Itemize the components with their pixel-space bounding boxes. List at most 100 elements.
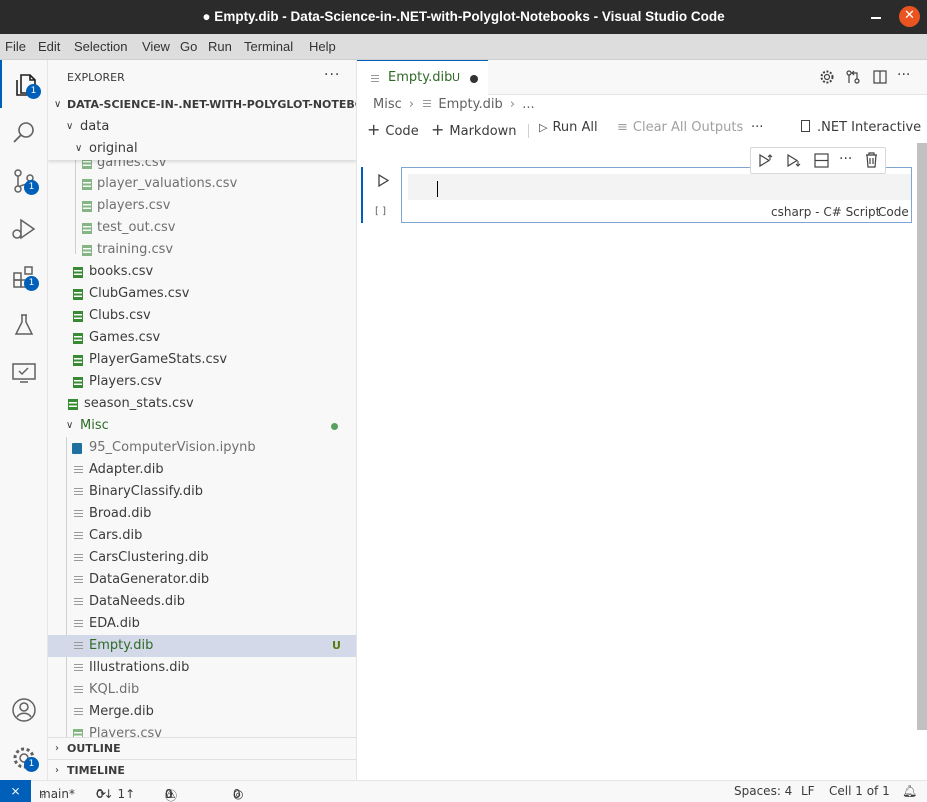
activity-manage[interactable]: 1: [0, 733, 48, 781]
activity-extensions[interactable]: 1: [0, 252, 48, 300]
breadcrumb-more[interactable]: ...: [522, 97, 534, 112]
menu-selection[interactable]: Selection: [74, 39, 127, 54]
minimize-button[interactable]: [866, 8, 886, 26]
tree-file[interactable]: BinaryClassify.dib: [48, 481, 356, 503]
tree-file[interactable]: PlayerGameStats.csv: [48, 349, 356, 371]
activity-accounts[interactable]: [0, 685, 48, 733]
tab-empty-dib[interactable]: Empty.dib U: [357, 60, 488, 95]
cell-language-picker[interactable]: csharp - C# Script: [771, 205, 880, 219]
code-cell[interactable]: csharp - C# Script Code: [401, 167, 912, 223]
delete-cell-icon[interactable]: [864, 152, 879, 172]
activity-testing[interactable]: [0, 300, 48, 348]
unsaved-dot-icon[interactable]: [470, 75, 478, 83]
cell-code-input[interactable]: [408, 174, 911, 200]
tree-file[interactable]: Merge.dib: [48, 701, 356, 723]
toolbar-more-icon[interactable]: ···: [751, 120, 763, 135]
file-label: players.csv: [97, 198, 171, 213]
tree-file[interactable]: players.csv: [48, 195, 356, 217]
tree-file[interactable]: season_stats.csv: [48, 393, 356, 415]
file-label: DataNeeds.dib: [89, 594, 186, 609]
tree-root-folder[interactable]: ∨ DATA-SCIENCE-IN-.NET-WITH-POLYGLOT-NOT…: [48, 94, 356, 116]
settings-gear-icon[interactable]: [819, 69, 835, 89]
run-cell-icon[interactable]: [377, 173, 390, 191]
tree-file[interactable]: training.csv: [48, 239, 356, 261]
file-label: books.csv: [89, 264, 154, 279]
outline-section[interactable]: › OUTLINE: [48, 737, 356, 759]
notifications-bell-icon[interactable]: 🔔︎: [902, 784, 917, 798]
add-markdown-cell-button[interactable]: + Markdown: [431, 120, 517, 139]
clear-all-outputs-button[interactable]: ≡ Clear All Outputs: [617, 120, 743, 135]
editor-scrollbar[interactable]: [917, 143, 927, 730]
activity-remote-explorer[interactable]: [0, 348, 48, 396]
file-lines-icon: [74, 664, 83, 673]
menu-help[interactable]: Help: [309, 39, 336, 54]
csv-file-icon: [73, 377, 83, 388]
split-cell-icon[interactable]: [813, 152, 830, 173]
execute-below-icon[interactable]: [785, 152, 802, 173]
more-actions-icon[interactable]: ···: [897, 67, 910, 83]
activity-source-control[interactable]: 1: [0, 156, 48, 204]
open-changes-icon[interactable]: [845, 69, 861, 89]
menu-view[interactable]: View: [142, 39, 170, 54]
close-button[interactable]: ✕: [899, 6, 920, 27]
tree-file[interactable]: KQL.dib: [48, 679, 356, 701]
tree-file[interactable]: DataGenerator.dib: [48, 569, 356, 591]
tree-file[interactable]: Broad.dib: [48, 503, 356, 525]
menu-file[interactable]: File: [5, 39, 26, 54]
split-editor-icon[interactable]: [872, 69, 888, 89]
tree-folder-misc[interactable]: ∨ Misc: [48, 415, 356, 437]
cell-toolbar: ···: [750, 147, 886, 174]
activity-search[interactable]: [0, 108, 48, 156]
activity-run-debug[interactable]: [0, 204, 48, 252]
tree-file[interactable]: DataNeeds.dib: [48, 591, 356, 613]
tree-file[interactable]: player_valuations.csv: [48, 173, 356, 195]
tree-file[interactable]: test_out.csv: [48, 217, 356, 239]
tree-file[interactable]: EDA.dib: [48, 613, 356, 635]
tree-file[interactable]: Games.csv: [48, 327, 356, 349]
add-code-cell-button[interactable]: + Code: [367, 120, 419, 139]
file-lines-icon: [74, 510, 83, 519]
file-lines-icon: [74, 576, 83, 585]
indentation-status[interactable]: Spaces: 4: [734, 784, 792, 798]
remote-indicator[interactable]: ⨯: [0, 780, 31, 802]
timeline-title: TIMELINE: [67, 764, 125, 777]
file-lines-icon: [74, 488, 83, 497]
tree-file[interactable]: Cars.dib: [48, 525, 356, 547]
tree-folder-data[interactable]: ∨ data: [48, 116, 356, 138]
cell-more-icon[interactable]: ···: [839, 151, 852, 167]
menu-go[interactable]: Go: [180, 39, 197, 54]
tree-file[interactable]: CarsClustering.dib: [48, 547, 356, 569]
breadcrumb-file[interactable]: Empty.dib: [438, 97, 502, 112]
tree-file[interactable]: Illustrations.dib: [48, 657, 356, 679]
activity-explorer[interactable]: 1: [0, 60, 48, 108]
timeline-section[interactable]: › TIMELINE: [48, 759, 356, 780]
tree-file[interactable]: Players.csv: [48, 371, 356, 393]
cell-position-status[interactable]: Cell 1 of 1: [829, 784, 890, 798]
file-lines-icon: [74, 554, 83, 563]
editor-area: Empty.dib U ··· Misc › Empty.dib › ... +…: [357, 60, 927, 780]
execution-count: [ ]: [375, 206, 386, 217]
tree-file[interactable]: books.csv: [48, 261, 356, 283]
tree-file[interactable]: 95_ComputerVision.ipynb: [48, 437, 356, 459]
tree-file-selected[interactable]: Empty.dib U: [48, 635, 356, 657]
menu-edit[interactable]: Edit: [38, 39, 60, 54]
menu-run[interactable]: Run: [208, 39, 232, 54]
untracked-badge: U: [332, 639, 341, 652]
tree-file[interactable]: Adapter.dib: [48, 459, 356, 481]
plus-icon: +: [431, 120, 445, 139]
file-label: CarsClustering.dib: [89, 550, 209, 565]
tree-file[interactable]: Clubs.csv: [48, 305, 356, 327]
chevron-down-icon: ∨: [75, 143, 83, 154]
csv-file-icon: [82, 245, 92, 256]
tree-file[interactable]: ClubGames.csv: [48, 283, 356, 305]
tree-folder-original[interactable]: ∨ original: [48, 138, 356, 160]
explorer-more-actions[interactable]: ···: [324, 67, 340, 83]
eol-status[interactable]: LF: [801, 784, 815, 798]
menu-terminal[interactable]: Terminal: [244, 39, 293, 54]
kernel-picker[interactable]: .NET Interactive: [801, 120, 921, 135]
run-all-button[interactable]: ▷ Run All: [539, 120, 598, 135]
folder-label: Misc: [80, 418, 109, 433]
execute-above-icon[interactable]: [757, 152, 774, 173]
file-label: Games.csv: [89, 330, 161, 345]
breadcrumb-folder[interactable]: Misc: [373, 97, 402, 112]
